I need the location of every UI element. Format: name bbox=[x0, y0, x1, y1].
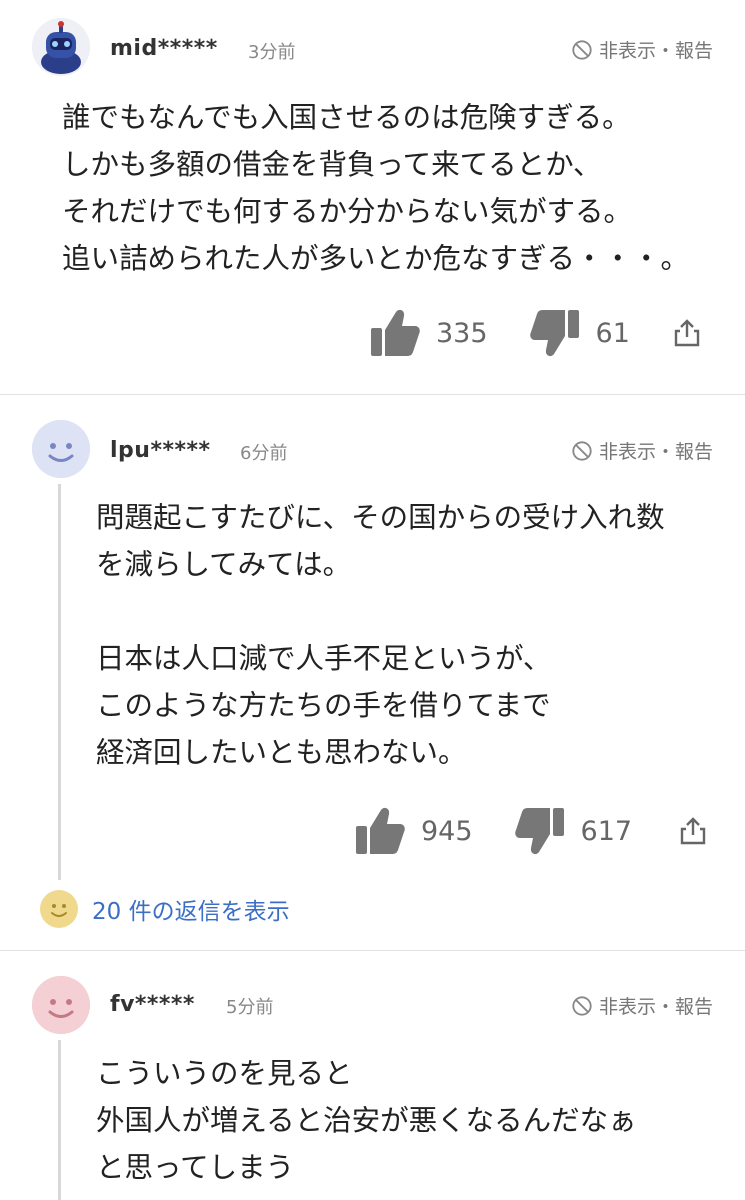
divider bbox=[0, 950, 745, 951]
hide-report-button[interactable]: 非表示・報告 bbox=[571, 992, 713, 1019]
hide-report-label: 非表示・報告 bbox=[598, 40, 713, 62]
thumbs-up-icon bbox=[371, 309, 420, 356]
timestamp: 5分前 bbox=[226, 997, 274, 1018]
ban-icon bbox=[572, 440, 592, 461]
dislike-count: 617 bbox=[580, 815, 633, 847]
thumbs-down-icon bbox=[514, 808, 564, 855]
like-button[interactable]: 945 bbox=[353, 804, 473, 858]
hide-report-button[interactable]: 非表示・報告 bbox=[571, 36, 713, 63]
dislike-button[interactable]: 617 bbox=[513, 804, 633, 858]
username[interactable]: lpu***** bbox=[110, 438, 210, 463]
divider bbox=[0, 394, 745, 395]
smiley-avatar[interactable] bbox=[32, 420, 90, 478]
robot-avatar[interactable] bbox=[32, 18, 90, 76]
like-count: 945 bbox=[421, 815, 473, 847]
username[interactable]: mid***** bbox=[110, 36, 218, 61]
timestamp: 3分前 bbox=[248, 42, 296, 63]
dislike-button[interactable]: 61 bbox=[528, 306, 630, 360]
thread-line bbox=[58, 1040, 61, 1200]
smiley-avatar bbox=[40, 890, 78, 928]
comment-body: こういうのを見ると 外国人が増えると治安が悪くなるんだなぁ と思ってしまう bbox=[96, 1057, 637, 1184]
ban-icon bbox=[572, 39, 592, 60]
comment-actions: 335 61 bbox=[368, 306, 702, 360]
comment-body: 誰でもなんでも入国させるのは危険すぎる。 しかも多額の借金を背負って来てるとか、… bbox=[62, 101, 690, 275]
comment-body: 問題起こすたびに、その国からの受け入れ数 を減らしてみては。 日本は人口減で人手… bbox=[96, 501, 665, 769]
share-button[interactable] bbox=[678, 816, 708, 846]
share-button[interactable] bbox=[672, 318, 702, 348]
comment-actions: 945 617 bbox=[353, 804, 708, 858]
like-count: 335 bbox=[436, 317, 488, 349]
dislike-count: 61 bbox=[595, 317, 630, 349]
show-replies-label: 20 件の返信を表示 bbox=[92, 899, 290, 925]
ban-icon bbox=[572, 995, 592, 1016]
hide-report-label: 非表示・報告 bbox=[598, 441, 713, 463]
thumbs-down-icon bbox=[529, 310, 579, 357]
thread-line bbox=[58, 484, 61, 880]
thumbs-up-icon bbox=[356, 807, 405, 854]
show-replies-link[interactable]: 20 件の返信を表示 bbox=[40, 890, 290, 928]
username[interactable]: fv***** bbox=[110, 992, 195, 1017]
like-button[interactable]: 335 bbox=[368, 306, 488, 360]
share-icon bbox=[680, 817, 706, 845]
smiley-avatar[interactable] bbox=[32, 976, 90, 1034]
hide-report-button[interactable]: 非表示・報告 bbox=[571, 437, 713, 464]
hide-report-label: 非表示・報告 bbox=[598, 996, 713, 1018]
share-icon bbox=[674, 319, 700, 347]
timestamp: 6分前 bbox=[240, 443, 288, 464]
